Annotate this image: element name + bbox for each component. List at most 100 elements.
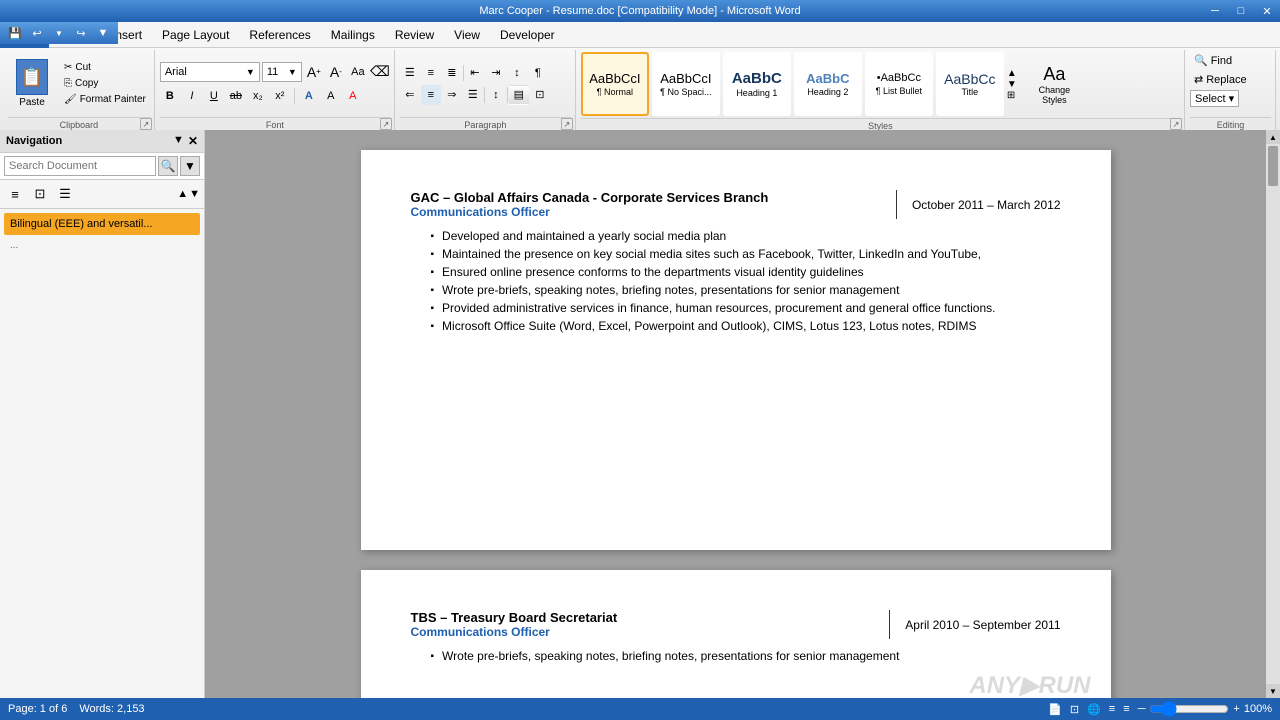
style-list-preview: •AaBbCc xyxy=(877,72,921,85)
paragraph-expand-button[interactable]: ↗ xyxy=(561,118,573,130)
replace-button[interactable]: ⇄ Replace xyxy=(1190,71,1251,88)
undo-arrow-button[interactable]: ▼ xyxy=(50,24,68,42)
style-normal-button[interactable]: AaBbCcI ¶ Normal xyxy=(581,52,649,116)
nav-selected-item[interactable]: Bilingual (EEE) and versatil... xyxy=(4,213,200,235)
strikethrough-button[interactable]: ab xyxy=(226,86,246,106)
zoom-in-button[interactable]: + xyxy=(1233,703,1239,715)
styles-more-button[interactable]: ⊞ xyxy=(1007,90,1025,101)
font-expand-button[interactable]: ↗ xyxy=(380,118,392,130)
view-fullscreen-button[interactable]: ⊡ xyxy=(1070,703,1079,716)
page-layout-tab[interactable]: Page Layout xyxy=(152,22,239,48)
review-tab[interactable]: Review xyxy=(385,22,444,48)
nav-browse-results-button[interactable]: ☰ xyxy=(54,183,76,205)
font-color-button[interactable]: A xyxy=(343,86,363,106)
style-heading1-button[interactable]: AaBbC Heading 1 xyxy=(723,52,791,116)
clipboard-label: Clipboard xyxy=(8,117,150,130)
italic-button[interactable]: I xyxy=(182,86,202,106)
org-name-1: GAC – Global Affairs Canada - Corporate … xyxy=(411,190,886,205)
decrease-font-button[interactable]: A- xyxy=(326,62,346,82)
nav-browse-pages-button[interactable]: ⊡ xyxy=(29,183,51,205)
styles-scroll: ▲ ▼ ⊞ xyxy=(1007,68,1025,101)
font-content: Arial ▼ 11 ▼ A+ A- Aa ⌫ B xyxy=(160,52,390,115)
scroll-up-button[interactable]: ▲ xyxy=(1266,130,1280,144)
nav-up-button[interactable]: ▲ xyxy=(177,188,188,200)
align-left-button[interactable]: ⇐ xyxy=(400,85,420,105)
increase-font-button[interactable]: A+ xyxy=(304,62,324,82)
undo-quick-button[interactable]: ↩ xyxy=(28,24,46,42)
style-list-bullet-button[interactable]: •AaBbCc ¶ List Bullet xyxy=(865,52,933,116)
align-right-button[interactable]: ⇒ xyxy=(442,85,462,105)
search-button[interactable]: 🔍 xyxy=(158,156,178,176)
nav-browse-headings-button[interactable]: ≡ xyxy=(4,183,26,205)
subscript-button[interactable]: x₂ xyxy=(248,86,268,106)
change-case-button[interactable]: Aa xyxy=(348,62,368,82)
align-center-button[interactable]: ≡ xyxy=(421,85,441,105)
style-no-spacing-button[interactable]: AaBbCcI ¶ No Spaci... xyxy=(652,52,720,116)
scroll-down-button[interactable]: ▼ xyxy=(1266,684,1280,698)
minimize-button[interactable]: ─ xyxy=(1202,0,1228,22)
org-date-1: October 2011 – March 2012 xyxy=(897,190,1061,219)
styles-up-button[interactable]: ▲ xyxy=(1007,68,1025,79)
multilevel-button[interactable]: ≣ xyxy=(442,63,462,83)
document-page-2: TBS – Treasury Board Secretariat Communi… xyxy=(361,570,1111,698)
style-normal-label: ¶ Normal xyxy=(597,87,633,97)
scroll-thumb[interactable] xyxy=(1268,146,1278,186)
show-formatting-button[interactable]: ¶ xyxy=(528,63,548,83)
view-outline-button[interactable]: ≡ xyxy=(1109,703,1115,715)
clear-format-button[interactable]: ⌫ xyxy=(370,62,390,82)
decrease-indent-button[interactable]: ⇤ xyxy=(465,63,485,83)
styles-down-button[interactable]: ▼ xyxy=(1007,79,1025,90)
text-highlight-button[interactable]: A xyxy=(321,86,341,106)
redo-quick-button[interactable]: ↪ xyxy=(72,24,90,42)
nav-close-button[interactable]: ✕ xyxy=(188,134,198,148)
font-size-combo[interactable]: 11 ▼ xyxy=(262,62,302,82)
styles-expand-button[interactable]: ↗ xyxy=(1170,118,1182,130)
nav-header-buttons: ▼ ✕ xyxy=(173,134,198,148)
view-tab[interactable]: View xyxy=(444,22,490,48)
change-styles-button[interactable]: Aa Change Styles xyxy=(1027,60,1082,109)
replace-icon: ⇄ xyxy=(1194,73,1203,86)
view-draft-button[interactable]: ≡ xyxy=(1123,703,1129,715)
select-dropdown[interactable]: Select ▾ xyxy=(1190,90,1239,107)
view-web-button[interactable]: 🌐 xyxy=(1087,703,1101,716)
justify-button[interactable]: ☰ xyxy=(463,85,483,105)
increase-indent-button[interactable]: ⇥ xyxy=(486,63,506,83)
underline-button[interactable]: U xyxy=(204,86,224,106)
developer-tab[interactable]: Developer xyxy=(490,22,565,48)
save-quick-button[interactable]: 💾 xyxy=(6,24,24,42)
clipboard-expand-button[interactable]: ↗ xyxy=(140,118,152,130)
line-spacing-button[interactable]: ↕ xyxy=(486,85,506,105)
org-block-2: TBS – Treasury Board Secretariat Communi… xyxy=(411,610,891,639)
search-options-button[interactable]: ▼ xyxy=(180,156,200,176)
restore-button[interactable]: □ xyxy=(1228,0,1254,22)
nav-title: Navigation xyxy=(6,135,62,147)
shading-button[interactable]: ▤ xyxy=(509,85,529,105)
mailings-tab[interactable]: Mailings xyxy=(321,22,385,48)
styles-grid: AaBbCcI ¶ Normal AaBbCcI ¶ No Spaci... A… xyxy=(581,52,1025,116)
numbering-button[interactable]: ≡ xyxy=(421,63,441,83)
customize-quick-button[interactable]: ▼ xyxy=(94,24,112,42)
font-name-combo[interactable]: Arial ▼ xyxy=(160,62,260,82)
bullets-button[interactable]: ☰ xyxy=(400,63,420,83)
style-no-spacing-label: ¶ No Spaci... xyxy=(660,87,711,97)
view-print-button[interactable]: 📄 xyxy=(1048,703,1062,716)
nav-down-button[interactable]: ▼ xyxy=(189,188,200,200)
find-button[interactable]: 🔍 Find xyxy=(1190,52,1236,69)
text-effects-button[interactable]: A xyxy=(299,86,319,106)
paste-button[interactable]: 📋 Paste xyxy=(8,55,56,112)
bold-button[interactable]: B xyxy=(160,86,180,106)
style-heading2-button[interactable]: AaBbC Heading 2 xyxy=(794,52,862,116)
style-title-button[interactable]: AaBbCc Title xyxy=(936,52,1004,116)
format-painter-button[interactable]: 🖌 Format Painter xyxy=(60,92,150,107)
close-button[interactable]: ✕ xyxy=(1254,0,1280,22)
superscript-button[interactable]: x² xyxy=(270,86,290,106)
sort-button[interactable]: ↕ xyxy=(507,63,527,83)
nav-item-ellipsis[interactable]: ... xyxy=(4,238,200,253)
borders-button[interactable]: ⊡ xyxy=(530,85,550,105)
search-input[interactable] xyxy=(4,156,156,176)
cut-button[interactable]: ✂ Cut xyxy=(60,60,150,75)
zoom-slider-input[interactable] xyxy=(1149,701,1229,717)
zoom-out-button[interactable]: ─ xyxy=(1138,703,1146,715)
copy-button[interactable]: ⎘ Copy xyxy=(60,76,150,91)
references-tab[interactable]: References xyxy=(239,22,320,48)
